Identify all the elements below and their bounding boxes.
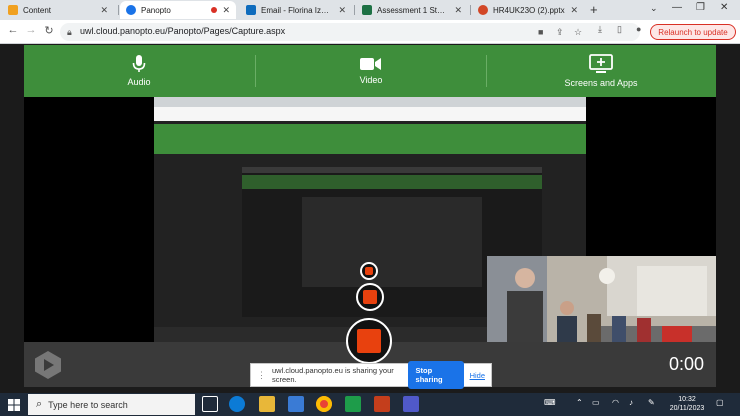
download-icon[interactable]: ⤓ [598,24,602,35]
video-camera-icon [360,58,381,70]
hide-link[interactable]: Hide [470,371,485,380]
tab-search-icon[interactable]: ⌄ [650,3,658,14]
share-icon[interactable]: ⇪ [556,27,564,38]
wifi-icon[interactable]: ◠ [612,398,619,407]
address-bar[interactable]: 🔒︎ uwl.cloud.panopto.eu/Panopto/Pages/Ca… [60,23,640,41]
bookmark-star-icon[interactable]: ☆ [574,27,582,38]
powerpoint-icon[interactable] [374,396,390,412]
new-tab-button[interactable]: + [590,2,598,17]
profile-avatar-icon[interactable]: ● [636,24,641,34]
chevron-up-icon[interactable]: ⌃ [576,398,583,407]
close-tab-icon[interactable]: ✕ [338,5,346,16]
pen-icon[interactable]: ✎ [648,398,655,407]
audio-label: Audio [127,77,151,87]
tab-pptx[interactable]: HR4UK23O (2).pptx ✕ [472,1,584,19]
monitor-plus-icon [589,54,613,73]
outlook-favicon-icon [246,5,256,15]
volume-icon[interactable]: ♪ [629,398,633,407]
screen-sharing-notification: ⋮ uwl.cloud.panopto.eu is sharing your s… [250,361,492,389]
stop-sharing-button[interactable]: Stop sharing [407,361,464,389]
close-tab-icon[interactable]: ✕ [454,5,462,16]
task-view-icon[interactable] [202,396,218,412]
close-window-icon[interactable]: ✕ [720,2,728,13]
video-label: Video [359,75,383,85]
microphone-icon [132,55,146,72]
side-panel-icon[interactable]: ▯ [617,24,622,35]
green-app-icon[interactable] [345,396,361,412]
audio-button[interactable]: Audio [24,45,254,97]
recording-dot-icon [211,7,218,13]
windows-taskbar: ⌕ Type here to search ⌨ ⌃ ▭ ◠ ♪ ✎ 10:32 … [0,393,740,416]
tab-email[interactable]: Email - Florina Izbase - O ✕ [240,1,352,19]
video-button[interactable]: Video [256,45,486,97]
url-text: uwl.cloud.panopto.eu/Panopto/Pages/Captu… [80,26,286,36]
drag-handle-icon[interactable]: ⋮ [257,370,266,381]
search-icon: ⌕ [36,398,43,410]
camera-indicator-icon[interactable]: ■ [538,27,543,37]
battery-icon[interactable]: ▭ [592,398,600,407]
close-tab-icon[interactable]: ✕ [570,5,578,16]
recording-timer: 0:00 [668,354,704,374]
system-clock[interactable]: 10:32 20/11/2023 [664,395,710,413]
excel-favicon-icon [362,5,372,15]
sharing-message: uwl.cloud.panopto.eu is sharing your scr… [272,366,394,384]
chrome-icon[interactable] [316,396,332,412]
search-placeholder: Type here to search [48,399,128,410]
edge-icon[interactable] [229,396,245,412]
taskbar-search-box[interactable]: ⌕ Type here to search [28,394,195,415]
notifications-icon[interactable]: ▢ [716,398,724,407]
chart-favicon-icon [8,5,18,15]
reload-icon[interactable]: ↻ [42,24,56,37]
maximize-icon[interactable]: ❐ [696,2,705,13]
tab-assessment[interactable]: Assessment 1 Student ar ✕ [356,1,468,19]
keyboard-icon[interactable]: ⌨ [544,398,556,407]
windows-start-icon[interactable] [8,399,20,411]
browser-tab-strip: Content ✕ Panopto ✕ Email - Florina Izba… [0,0,740,20]
tab-panopto[interactable]: Panopto ✕ [120,1,236,19]
teams-icon[interactable] [403,396,419,412]
stop-square-icon [357,329,381,353]
panopto-favicon-icon [126,5,136,15]
minimize-icon[interactable]: — [672,2,682,13]
panopto-logo-icon [35,351,61,379]
close-tab-icon[interactable]: ✕ [100,5,108,16]
capture-source-bar: Audio Video Screens and Apps [24,45,716,97]
forward-arrow-icon[interactable]: → [24,24,38,36]
panopto-capture-page: Audio Video Screens and Apps 0:00 [0,45,740,387]
close-tab-icon[interactable]: ✕ [222,5,230,16]
clock-time: 10:32 [678,396,696,403]
clock-date: 20/11/2023 [669,405,705,412]
lock-icon[interactable]: 🔒︎ [67,27,72,38]
powerpoint-favicon-icon [478,5,488,15]
back-arrow-icon[interactable]: ← [6,24,20,36]
relaunch-to-update-button[interactable]: Relaunch to update [650,24,736,40]
browser-toolbar: ← → ↻ 🔒︎ uwl.cloud.panopto.eu/Panopto/Pa… [0,20,740,44]
file-explorer-icon[interactable] [259,396,275,412]
store-icon[interactable] [288,396,304,412]
tab-content[interactable]: Content ✕ [2,1,114,19]
screens-and-apps-button[interactable]: Screens and Apps [486,45,716,97]
stop-recording-button[interactable] [346,318,392,364]
screens-and-apps-label: Screens and Apps [564,78,638,88]
